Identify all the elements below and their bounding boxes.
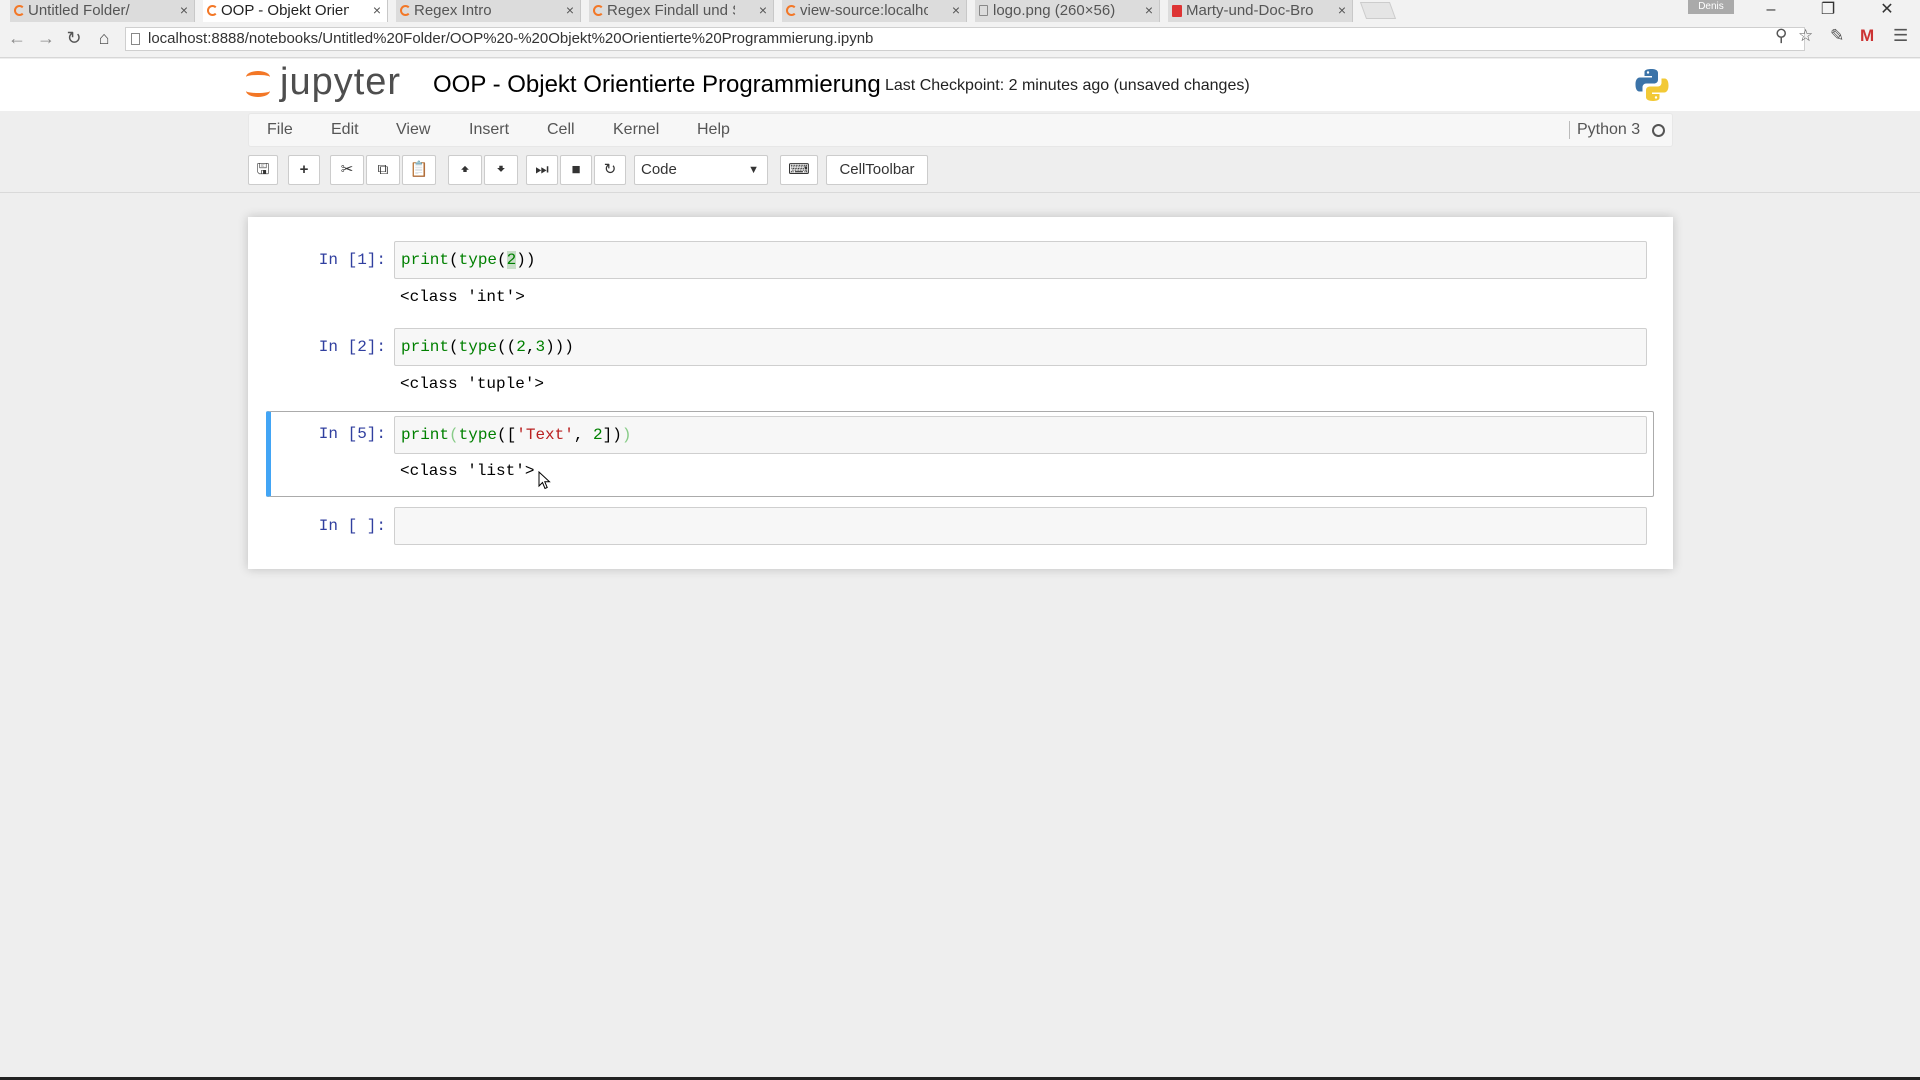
input-prompt: In [1]: [318, 251, 386, 269]
menu-insert[interactable]: Insert [469, 121, 509, 139]
code-cell[interactable]: In [2]: print(type((2,3))) <class 'tuple… [266, 328, 1654, 400]
jupyter-favicon-icon [593, 5, 604, 16]
menu-help[interactable]: Help [697, 121, 730, 139]
browser-tab[interactable]: Regex Findall und Sp × [589, 0, 774, 22]
paste-icon[interactable]: 📋 [402, 155, 436, 185]
browser-tab[interactable]: Marty-und-Doc-Bro × [1168, 0, 1353, 22]
keyboard-icon[interactable]: ⌨ [780, 155, 818, 185]
cell-output: <class 'tuple'> [400, 375, 545, 393]
star-icon[interactable]: ☆ [1798, 26, 1813, 46]
forward-icon[interactable]: → [35, 28, 57, 49]
close-tab-icon[interactable]: × [952, 0, 960, 21]
close-window-icon[interactable]: ✕ [1864, 0, 1910, 22]
input-prompt: In [5]: [318, 425, 386, 443]
cell-output: <class 'int'> [400, 288, 525, 306]
close-tab-icon[interactable]: × [373, 0, 381, 21]
save-icon[interactable]: 🖫 [248, 155, 278, 185]
browser-tab-strip: Untitled Folder/ × OOP - Objekt Orient ×… [0, 0, 1920, 22]
kernel-idle-indicator-icon [1652, 124, 1665, 137]
notebook-container: In [1]: print(type(2)) <class 'int'> In … [248, 217, 1673, 569]
stop-icon[interactable]: ■ [560, 155, 592, 185]
menu-kernel[interactable]: Kernel [613, 121, 659, 139]
code-input[interactable]: print(type(2)) [394, 241, 1647, 279]
caret-down-icon: ▼ [748, 164, 759, 176]
input-prompt: In [ ]: [318, 517, 386, 535]
reload-icon[interactable]: ↻ [63, 28, 85, 49]
page-icon [131, 33, 140, 45]
insert-cell-icon[interactable]: + [288, 155, 320, 185]
extension-icon[interactable]: ✎ [1830, 26, 1844, 46]
copy-icon[interactable]: ⧉ [366, 155, 400, 185]
menu-file[interactable]: File [267, 121, 293, 139]
code-cell[interactable]: In [1]: print(type(2)) <class 'int'> [266, 241, 1654, 313]
code-cell-selected[interactable]: In [5]: print(type(['Text', 2])) <class … [266, 411, 1654, 497]
notebook-title[interactable]: OOP - Objekt Orientierte Programmierung [433, 71, 881, 99]
python-logo-icon [1635, 69, 1669, 101]
menubar: File Edit View Insert Cell Kernel Help P… [248, 113, 1673, 147]
jupyter-header: jupyter OOP - Objekt Orientierte Program… [0, 59, 1920, 111]
notebook-toolbar: 🖫 + ✂ ⧉ 📋 🠹 🠻 ⏭ ■ ↻ Code ▼ ⌨ CellToolbar [248, 155, 1673, 187]
pdf-icon [1172, 5, 1182, 17]
menu-edit[interactable]: Edit [331, 121, 359, 139]
run-icon[interactable]: ⏭ [526, 155, 558, 185]
jupyter-favicon-icon [207, 5, 218, 16]
jupyter-favicon-icon [786, 5, 797, 16]
restart-icon[interactable]: ↻ [594, 155, 626, 185]
profile-badge[interactable]: Denis [1688, 0, 1734, 14]
new-tab-button[interactable] [1359, 2, 1397, 19]
move-down-icon[interactable]: 🠻 [484, 155, 518, 185]
url-field[interactable]: localhost:8888/notebooks/Untitled%20Fold… [125, 27, 1805, 51]
browser-tab[interactable]: Regex Intro × [396, 0, 581, 22]
code-input[interactable]: print(type(['Text', 2])) [394, 416, 1647, 454]
zoom-icon[interactable]: ⚲ [1775, 26, 1787, 46]
close-tab-icon[interactable]: × [566, 0, 574, 21]
minimize-icon[interactable]: – [1748, 0, 1794, 22]
input-prompt: In [2]: [318, 338, 386, 356]
close-tab-icon[interactable]: × [1338, 0, 1346, 21]
cut-icon[interactable]: ✂ [330, 155, 364, 185]
jupyter-logo-icon [246, 71, 270, 97]
address-bar-row: ← → ↻ ⌂ localhost:8888/notebooks/Untitle… [0, 22, 1920, 58]
menu-view[interactable]: View [396, 121, 430, 139]
code-input[interactable] [394, 507, 1647, 545]
menu-icon[interactable]: ☰ [1893, 26, 1908, 46]
close-tab-icon[interactable]: × [759, 0, 767, 21]
gmail-extension-icon[interactable]: M [1860, 26, 1874, 46]
header-divider [0, 192, 1920, 193]
checkpoint-status: Last Checkpoint: 2 minutes ago (unsaved … [885, 77, 1250, 94]
cell-type-select[interactable]: Code ▼ [634, 155, 768, 185]
home-icon[interactable]: ⌂ [93, 28, 115, 49]
restore-icon[interactable]: ❐ [1805, 0, 1851, 22]
mouse-cursor-icon [538, 471, 551, 490]
kernel-name: Python 3 [1569, 121, 1640, 139]
back-icon[interactable]: ← [6, 28, 28, 49]
celltoolbar-button[interactable]: CellToolbar [826, 155, 928, 185]
browser-tab-active[interactable]: OOP - Objekt Orient × [203, 0, 388, 22]
browser-tab[interactable]: Untitled Folder/ × [10, 0, 195, 22]
close-tab-icon[interactable]: × [1145, 0, 1153, 21]
code-cell[interactable]: In [ ]: [266, 507, 1654, 547]
close-tab-icon[interactable]: × [180, 0, 188, 21]
browser-tab[interactable]: view-source:localhos × [782, 0, 967, 22]
code-input[interactable]: print(type((2,3))) [394, 328, 1647, 366]
jupyter-favicon-icon [14, 5, 25, 16]
move-up-icon[interactable]: 🠹 [448, 155, 482, 185]
browser-tab[interactable]: logo.png (260×56) × [975, 0, 1160, 22]
jupyter-favicon-icon [400, 5, 411, 16]
menu-cell[interactable]: Cell [547, 121, 575, 139]
cell-output: <class 'list'> [400, 462, 535, 480]
page-icon [979, 5, 988, 16]
